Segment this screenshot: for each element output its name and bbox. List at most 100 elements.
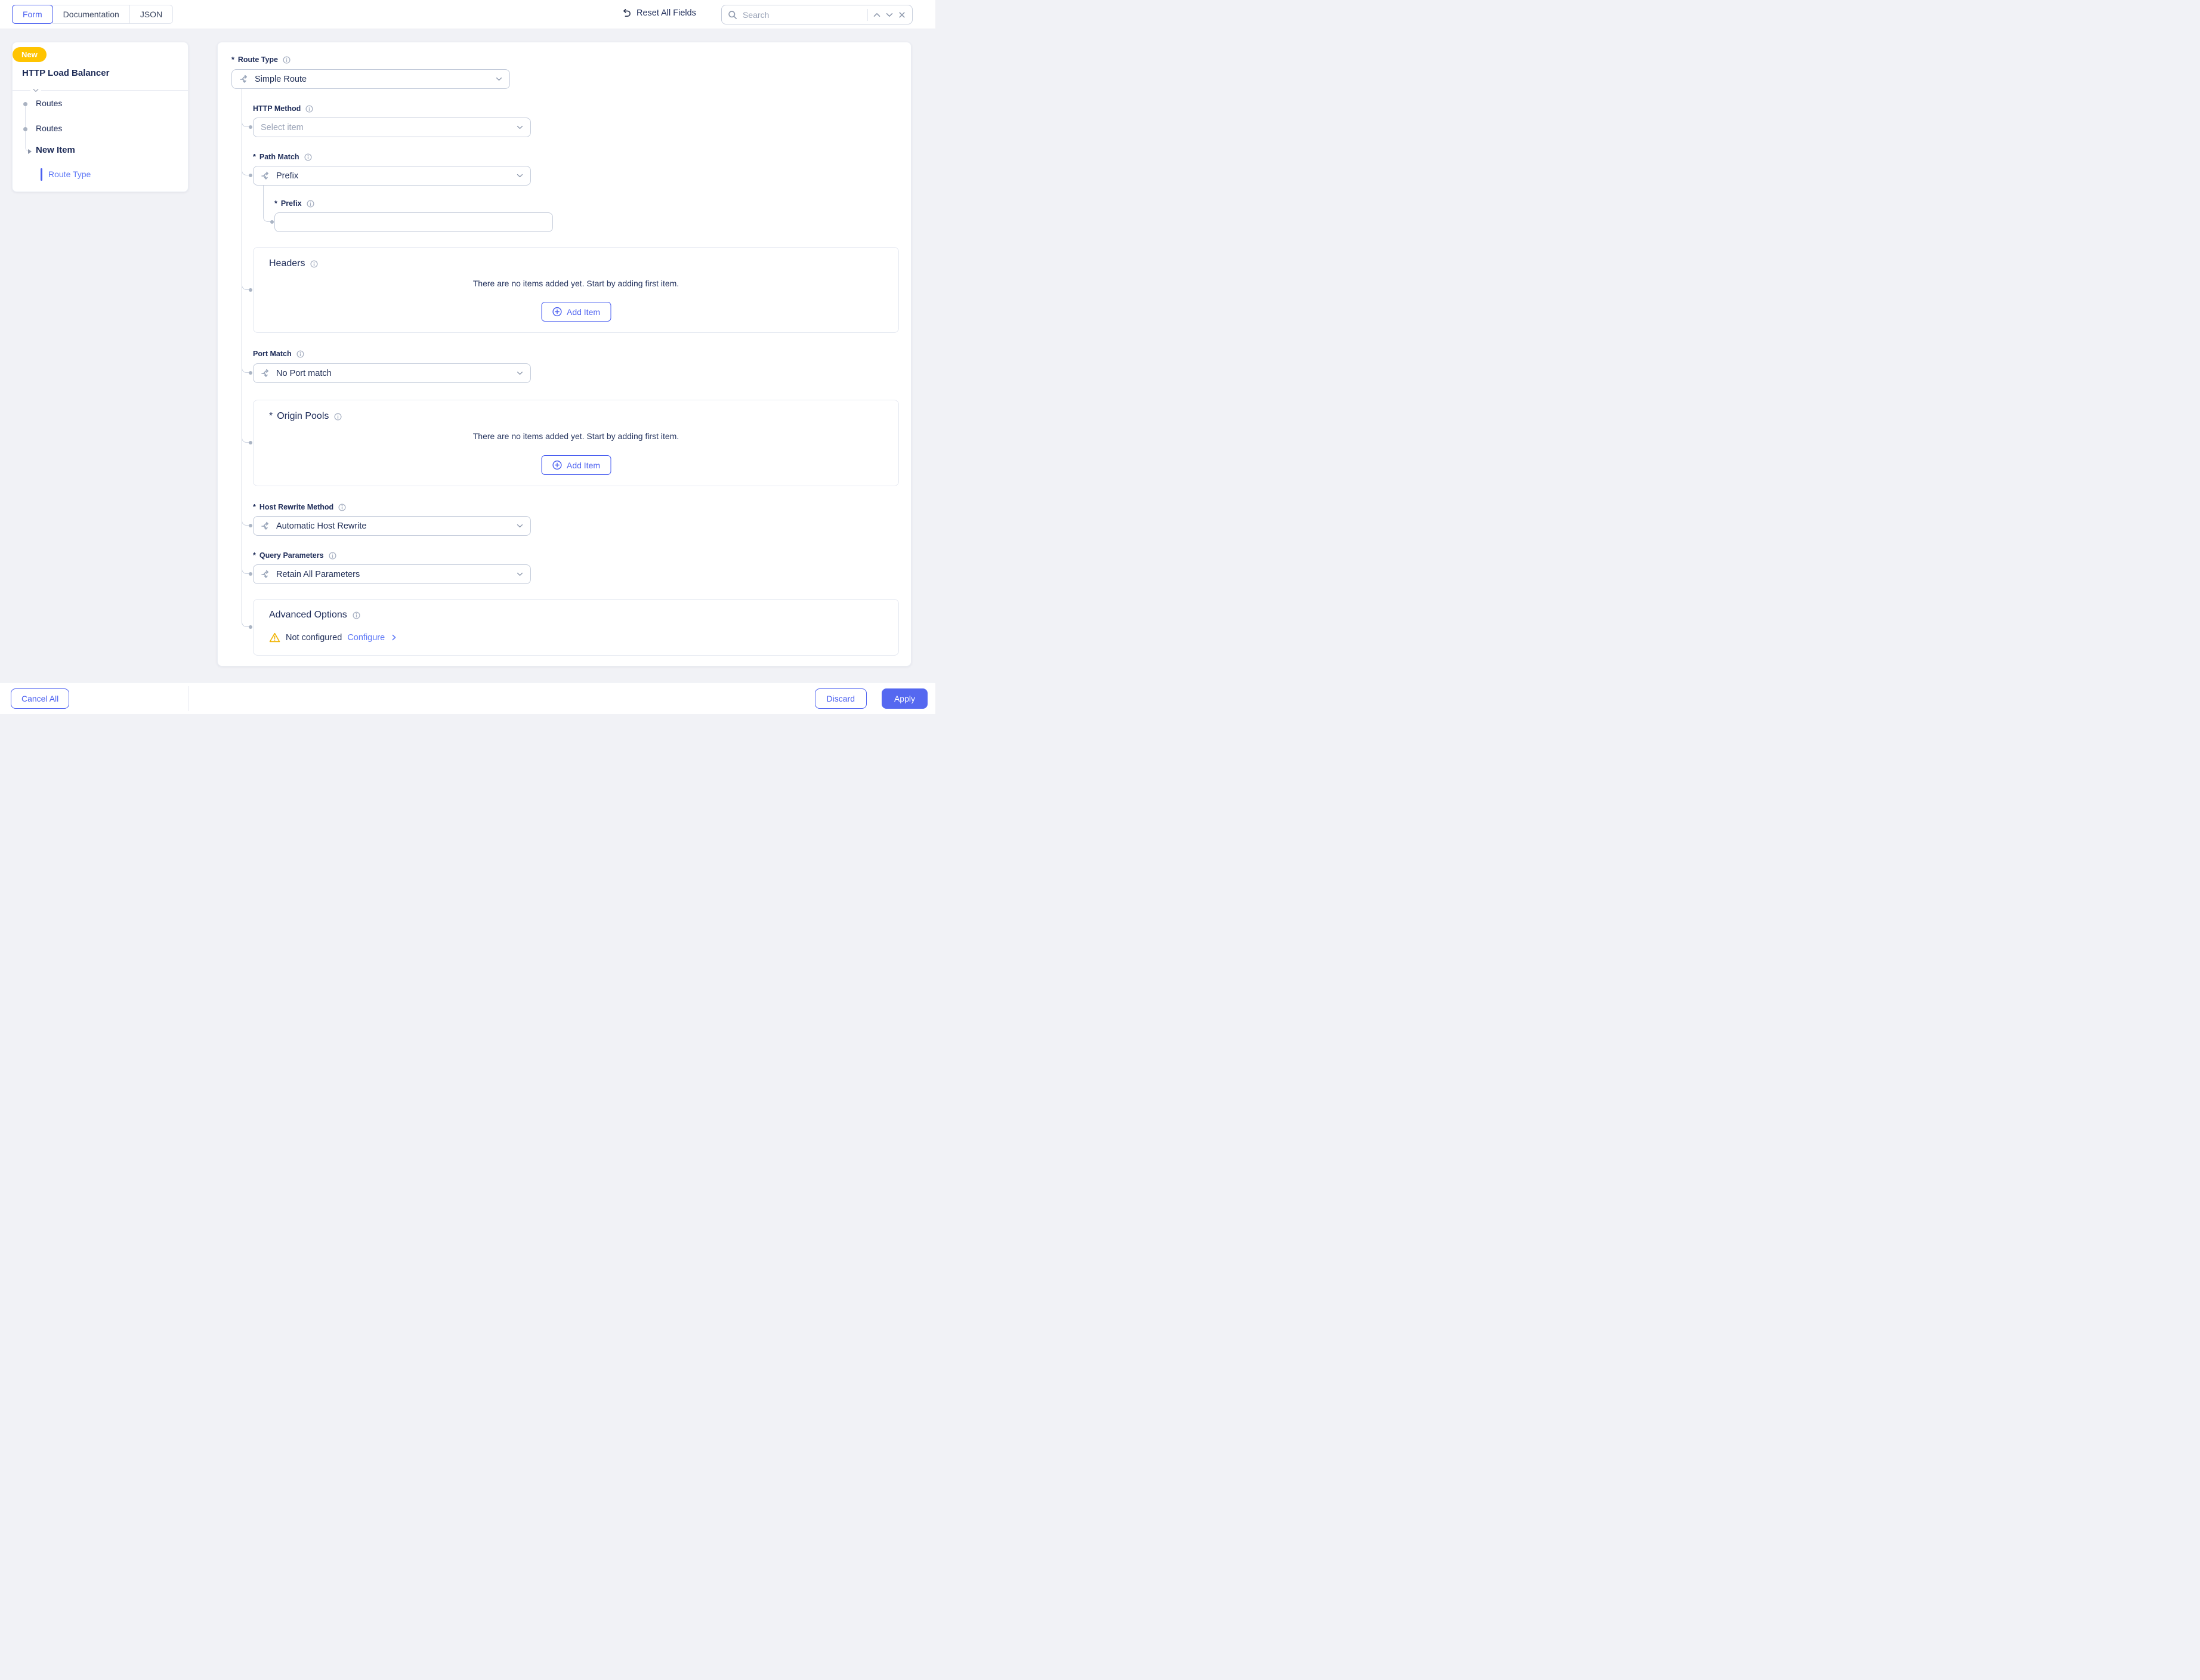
tree-item-route-type[interactable]: Route Type	[48, 169, 91, 179]
tree-connector-elbow	[263, 214, 271, 222]
bullet-icon	[23, 127, 27, 131]
http-method-label: HTTP Method	[253, 104, 313, 113]
search-divider	[867, 9, 868, 21]
headers-add-item-button[interactable]: Add Item	[541, 302, 611, 322]
info-icon[interactable]	[296, 350, 304, 358]
tree-connector-elbow	[242, 518, 249, 526]
branch-icon	[261, 570, 270, 579]
headers-empty-text: There are no items added yet. Start by a…	[254, 279, 898, 288]
query-parameters-select[interactable]: Retain All Parameters	[253, 564, 531, 584]
discard-button[interactable]: Discard	[815, 688, 867, 709]
search-input[interactable]	[743, 10, 862, 20]
prefix-label: * Prefix	[274, 199, 314, 208]
branch-icon	[261, 171, 270, 181]
info-icon[interactable]	[305, 105, 313, 113]
route-form-panel: * Route Type Simple Route HTTP Method Se…	[217, 42, 911, 666]
tree-connector-elbow	[242, 435, 249, 443]
http-method-select[interactable]: Select item	[253, 118, 531, 137]
branch-icon	[239, 75, 249, 84]
headers-title: Headers	[269, 258, 318, 269]
close-icon[interactable]	[898, 11, 906, 18]
prefix-input[interactable]	[274, 212, 553, 232]
chevron-down-icon	[517, 174, 523, 178]
tab-form[interactable]: Form	[12, 5, 53, 24]
connector-dot	[249, 288, 252, 292]
warning-icon	[269, 632, 280, 643]
tree-connector-elbow	[242, 119, 249, 127]
tree-item-routes-1[interactable]: Routes	[36, 98, 62, 108]
origin-pools-title: * Origin Pools	[269, 411, 342, 422]
path-match-label: * Path Match	[253, 152, 312, 162]
reset-all-fields-label: Reset All Fields	[636, 8, 696, 18]
search-icon	[728, 10, 737, 20]
info-icon[interactable]	[334, 413, 342, 421]
query-parameters-label: * Query Parameters	[253, 551, 336, 560]
tree-item-new-item[interactable]: New Item	[36, 145, 75, 155]
advanced-options-status: Not configured	[286, 633, 342, 643]
headers-section: Headers There are no items added yet. St…	[253, 247, 899, 333]
view-tabs: Form Documentation JSON	[12, 5, 173, 24]
object-tree-panel: New HTTP Load Balancer Routes Routes New…	[12, 42, 189, 192]
bullet-icon	[23, 102, 27, 106]
tree-connector-elbow	[242, 365, 249, 373]
top-toolbar: Form Documentation JSON Reset All Fields	[0, 0, 935, 29]
apply-button[interactable]: Apply	[882, 688, 928, 709]
path-match-select[interactable]: Prefix	[253, 166, 531, 186]
connector-dot	[249, 125, 252, 129]
configure-link[interactable]: Configure	[347, 633, 385, 643]
advanced-options-title: Advanced Options	[269, 610, 360, 620]
chevron-right-icon[interactable]	[392, 634, 396, 641]
active-item-bar	[41, 168, 42, 181]
required-marker: *	[274, 199, 277, 208]
route-type-label: * Route Type	[231, 55, 291, 64]
branch-icon	[261, 521, 270, 531]
connector-dot	[249, 625, 252, 629]
port-match-label: Port Match	[253, 349, 304, 359]
host-rewrite-method-select[interactable]: Automatic Host Rewrite	[253, 516, 531, 536]
route-type-select[interactable]: Simple Route	[231, 69, 510, 89]
tab-json[interactable]: JSON	[129, 5, 173, 24]
tab-documentation[interactable]: Documentation	[52, 5, 130, 24]
required-marker: *	[231, 55, 234, 64]
chevron-down-icon	[517, 572, 523, 576]
origin-pools-section: * Origin Pools There are no items added …	[253, 400, 899, 486]
info-icon[interactable]	[304, 153, 312, 161]
chevron-down-icon	[517, 125, 523, 129]
chevron-down-icon[interactable]	[886, 13, 893, 17]
tree-connector-elbow	[242, 282, 249, 290]
tree-connector-elbow	[242, 566, 249, 574]
info-icon[interactable]	[338, 504, 346, 511]
origin-pools-add-item-button[interactable]: Add Item	[541, 455, 611, 475]
sidebar-title: HTTP Load Balancer	[22, 68, 109, 78]
info-icon[interactable]	[329, 552, 336, 560]
required-marker: *	[269, 411, 273, 422]
bottom-action-bar: Cancel All Discard Apply	[0, 682, 935, 714]
reset-all-fields-button[interactable]: Reset All Fields	[620, 8, 696, 18]
connector-dot	[249, 371, 252, 375]
connector-dot	[249, 572, 252, 576]
cancel-all-button[interactable]: Cancel All	[11, 688, 69, 709]
search-box	[721, 5, 913, 24]
connector-dot	[270, 220, 274, 224]
info-icon[interactable]	[310, 260, 318, 268]
port-match-select[interactable]: No Port match	[253, 363, 531, 383]
tree-connector-elbow	[242, 619, 249, 627]
info-icon[interactable]	[353, 612, 360, 619]
chevron-down-icon	[496, 77, 502, 81]
origin-pools-empty-text: There are no items added yet. Start by a…	[254, 431, 898, 441]
caret-right-icon	[28, 149, 32, 154]
undo-icon	[620, 9, 631, 18]
info-icon[interactable]	[307, 200, 314, 208]
tree-item-routes-2[interactable]: Routes	[36, 123, 62, 133]
required-marker: *	[253, 153, 256, 161]
chevron-down-icon	[517, 524, 523, 528]
connector-dot	[249, 524, 252, 527]
collapse-notch-icon[interactable]	[30, 87, 41, 94]
chevron-up-icon[interactable]	[873, 13, 880, 17]
branch-icon	[261, 369, 270, 378]
tree-connector	[25, 102, 26, 144]
info-icon[interactable]	[283, 56, 291, 64]
advanced-options-section: Advanced Options Not configured Configur…	[253, 599, 899, 656]
plus-circle-icon	[552, 307, 562, 317]
connector-dot	[249, 174, 252, 177]
